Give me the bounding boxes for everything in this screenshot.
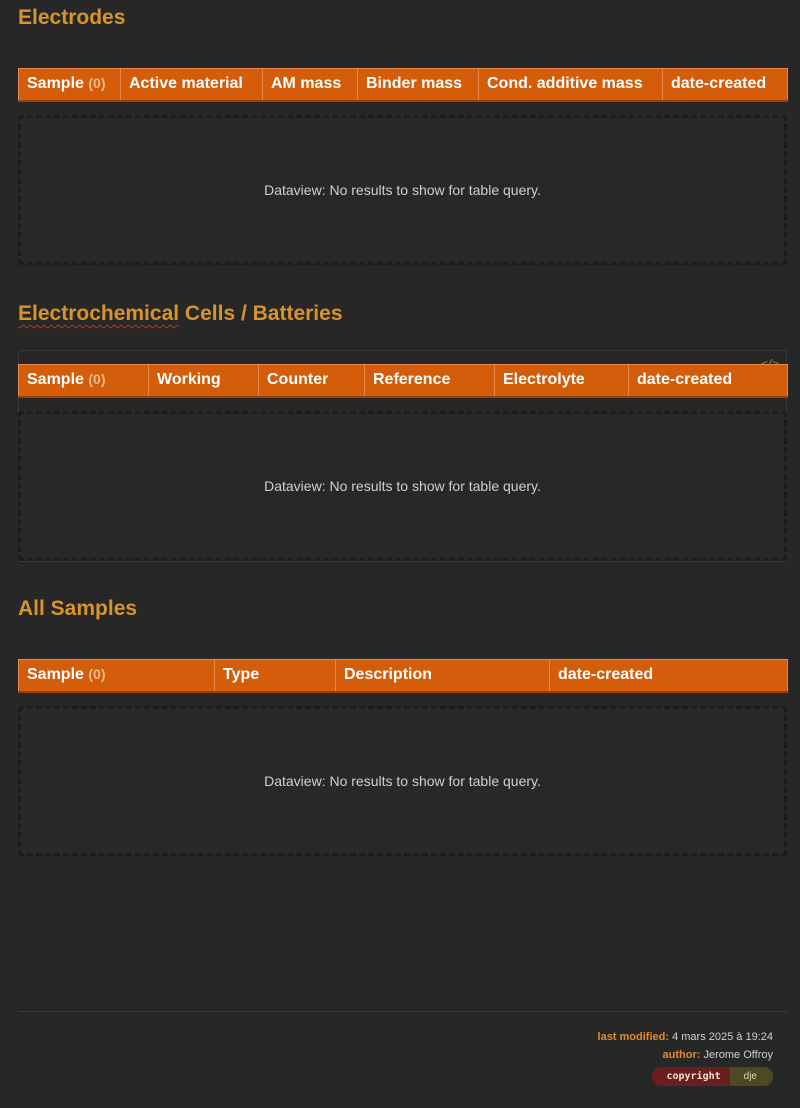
- column-header-counter[interactable]: Counter: [258, 364, 365, 398]
- last-modified-label: last modified:: [597, 1031, 670, 1043]
- last-modified-value: 4 mars 2025 à 19:24: [672, 1031, 773, 1043]
- author-label: author:: [662, 1049, 701, 1061]
- author-value: Jerome Offroy: [703, 1049, 774, 1061]
- empty-results-message: Dataview: No results to show for table q…: [18, 706, 787, 856]
- result-count: (0): [88, 666, 106, 683]
- copyright-badge[interactable]: copyright dje: [652, 1067, 773, 1086]
- column-header-description[interactable]: Description: [335, 659, 550, 693]
- column-header-cond-additive-mass[interactable]: Cond. additive mass: [478, 68, 663, 102]
- author-line: author: Jerome Offroy: [663, 1049, 773, 1061]
- column-header-date-created[interactable]: date-created: [662, 68, 788, 102]
- column-header-sample[interactable]: Sample (0): [18, 68, 121, 102]
- column-header-sample[interactable]: Sample (0): [18, 364, 149, 398]
- note-page: Electrodes Sample (0) Active material AM…: [0, 0, 800, 1108]
- section-title-all-samples: All Samples: [18, 597, 138, 620]
- badge-label: copyright: [652, 1067, 730, 1086]
- footer-divider: [18, 1011, 787, 1012]
- column-header-type[interactable]: Type: [214, 659, 336, 693]
- all-samples-table: Sample (0) Type Description date-created: [18, 659, 788, 693]
- column-header-binder-mass[interactable]: Binder mass: [357, 68, 479, 102]
- section-title-electrodes: Electrodes: [18, 6, 126, 29]
- misspelled-word[interactable]: Electrochemical: [18, 302, 179, 325]
- column-header-sample[interactable]: Sample (0): [18, 659, 215, 693]
- cells-table: Sample (0) Working Counter Reference Ele…: [18, 364, 788, 398]
- column-header-electrolyte[interactable]: Electrolyte: [494, 364, 629, 398]
- result-count: (0): [88, 75, 106, 92]
- empty-results-message: Dataview: No results to show for table q…: [18, 411, 787, 561]
- column-header-date-created[interactable]: date-created: [628, 364, 788, 398]
- electrodes-table: Sample (0) Active material AM mass Binde…: [18, 68, 788, 102]
- column-header-reference[interactable]: Reference: [364, 364, 495, 398]
- column-header-am-mass[interactable]: AM mass: [262, 68, 358, 102]
- badge-value: dje: [729, 1067, 773, 1086]
- empty-results-message: Dataview: No results to show for table q…: [18, 115, 787, 265]
- last-modified-line: last modified: 4 mars 2025 à 19:24: [598, 1031, 773, 1043]
- result-count: (0): [88, 371, 106, 388]
- section-title-cells-batteries: Electrochemical Cells / Batteries: [18, 302, 343, 325]
- column-header-date-created[interactable]: date-created: [549, 659, 788, 693]
- column-header-working[interactable]: Working: [148, 364, 259, 398]
- column-header-active-material[interactable]: Active material: [120, 68, 263, 102]
